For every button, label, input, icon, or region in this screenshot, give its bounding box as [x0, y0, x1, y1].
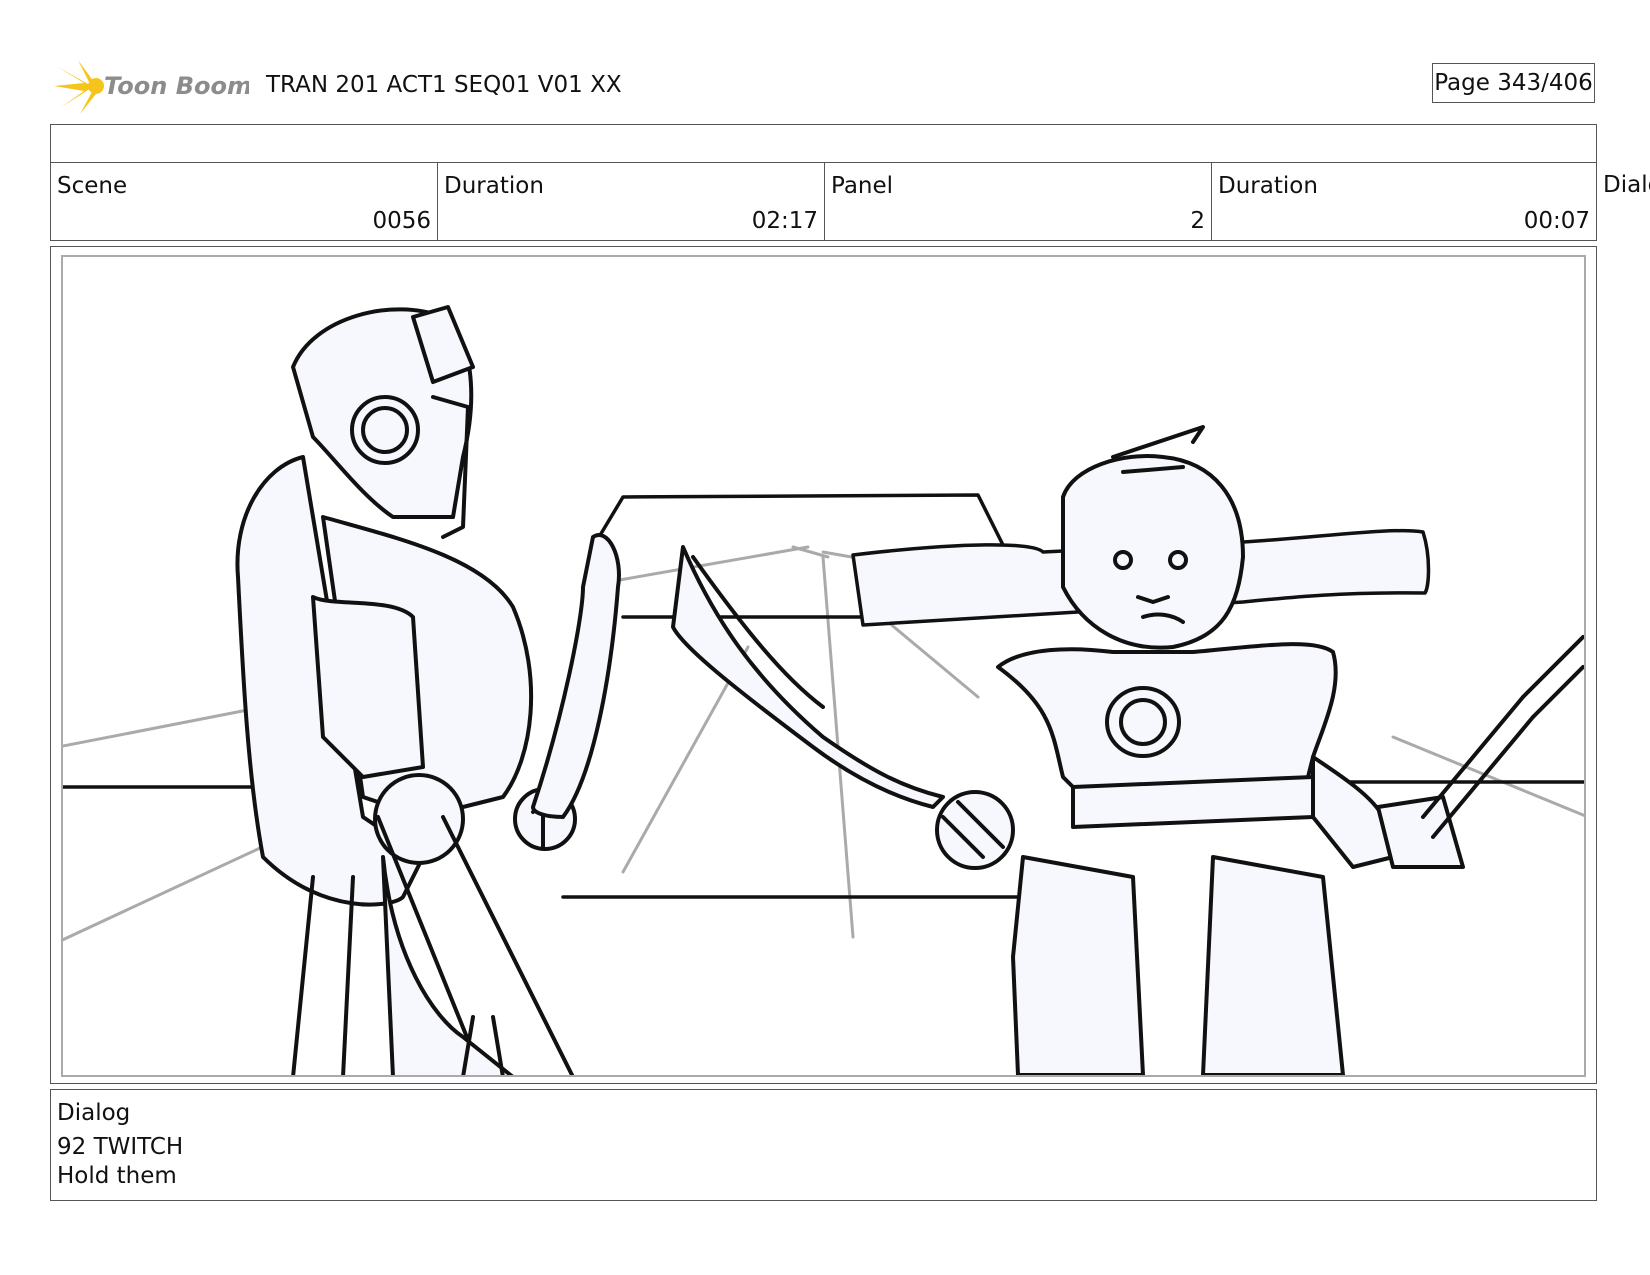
dialog-box: Dialog 92 TWITCH Hold them [50, 1089, 1597, 1201]
scene-label: Scene [57, 173, 128, 199]
panel-value: 2 [1190, 208, 1205, 234]
scene-duration-value: 02:17 [751, 208, 818, 234]
toon-boom-logo: Toon Boom [54, 60, 249, 114]
scene-value: 0056 [372, 208, 431, 234]
right-robot-sketch [935, 425, 1584, 1075]
scene-cell: Scene 0056 [50, 162, 438, 241]
dialog-speaker: 92 TWITCH [57, 1134, 184, 1160]
dialog-label: Dialog [57, 1100, 131, 1126]
logo-text: Toon Boom [104, 72, 249, 100]
scene-duration-label: Duration [444, 173, 544, 199]
panel-duration-cell: Duration 00:07 [1211, 162, 1597, 241]
header-strip [50, 124, 1597, 163]
scene-duration-cell: Duration 02:17 [437, 162, 825, 241]
dialog-column-label-cut: Dialo [1603, 172, 1650, 198]
page-number: Page 343/406 [1432, 63, 1595, 103]
document-title: TRAN 201 ACT1 SEQ01 V01 XX [266, 72, 622, 98]
panel-cell: Panel 2 [824, 162, 1212, 241]
info-row: Scene 0056 Duration 02:17 Panel 2 Durati… [50, 162, 1597, 241]
star-burst-icon [54, 60, 104, 114]
dialog-line: Hold them [57, 1163, 177, 1189]
storyboard-sketch [61, 255, 1586, 1077]
panel-label: Panel [831, 173, 894, 199]
panel-duration-label: Duration [1218, 173, 1318, 199]
left-robot-sketch [235, 305, 621, 1075]
panel-duration-value: 00:07 [1523, 208, 1590, 234]
